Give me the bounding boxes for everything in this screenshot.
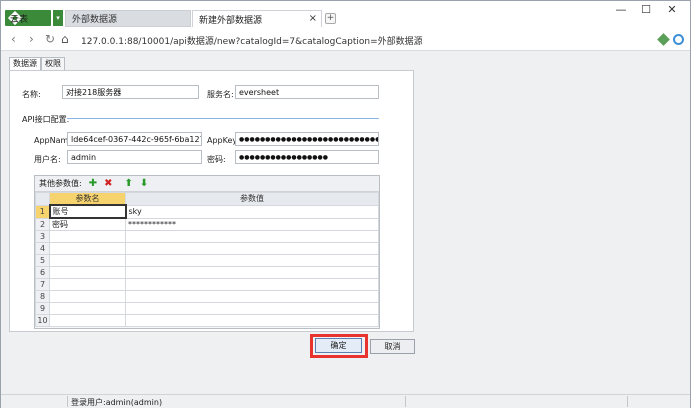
table-row[interactable]: 5 <box>35 254 379 267</box>
extension-icon[interactable] <box>657 33 670 46</box>
table-row[interactable]: 6 <box>35 266 379 279</box>
api-config-label: API接口配置: <box>22 115 70 124</box>
app-menu-dropdown-icon[interactable]: ▾ <box>53 10 63 26</box>
param-name-cell[interactable] <box>49 302 126 315</box>
appname-field[interactable]: lde64cef-0367-442c-965f-6ba127e09011 <box>67 132 202 146</box>
move-up-icon[interactable]: ⬆ <box>124 178 132 189</box>
forward-icon[interactable]: › <box>29 32 34 46</box>
username-field[interactable]: admin <box>67 150 202 164</box>
param-value-cell[interactable] <box>125 302 379 315</box>
row-number: 4 <box>35 242 50 255</box>
param-value-cell[interactable] <box>125 290 379 303</box>
row-number: 10 <box>35 314 50 327</box>
new-tab-button[interactable]: + <box>325 13 336 24</box>
tab-datasource[interactable]: 数据源 <box>9 57 41 70</box>
param-value-cell[interactable] <box>125 266 379 279</box>
confirm-button[interactable]: 确定 <box>315 338 362 353</box>
row-number: 2 <box>35 217 50 231</box>
tab-new-external-datasource[interactable]: 新建外部数据源 × <box>192 10 322 27</box>
param-value-cell[interactable]: ************ <box>125 217 379 231</box>
url-field[interactable]: 127.0.0.1:88/10001/api数据源/new?catalogId=… <box>81 34 423 47</box>
tab-external-datasource[interactable]: 外部数据源 <box>65 10 191 27</box>
table-row[interactable]: 3 <box>35 230 379 243</box>
maximize-button[interactable]: ☐ <box>634 3 658 16</box>
table-row[interactable]: 8 <box>35 290 379 303</box>
row-number: 7 <box>35 278 50 291</box>
service-name-label: 服务名: <box>207 90 234 99</box>
app-menu-button[interactable]: 云表 <box>5 10 51 26</box>
minimize-button[interactable]: — <box>609 3 633 16</box>
column-header-param-value[interactable]: 参数值 <box>125 192 379 206</box>
service-name-field[interactable]: eversheet <box>235 85 379 99</box>
param-value-cell[interactable] <box>125 254 379 267</box>
param-value-cell[interactable] <box>125 314 379 327</box>
tab-permissions[interactable]: 权限 <box>41 57 65 70</box>
tab-label: 外部数据源 <box>72 15 118 25</box>
status-divider <box>405 396 406 407</box>
close-tab-icon[interactable]: × <box>309 13 317 24</box>
param-value-cell[interactable] <box>125 242 379 255</box>
param-name-cell[interactable]: 账号 <box>48 204 127 219</box>
param-name-cell[interactable] <box>49 230 126 243</box>
address-bar: ‹ › ↻ ⌂ 127.0.0.1:88/10001/api数据源/new?ca… <box>1 29 690 51</box>
param-name-cell[interactable] <box>49 314 126 327</box>
params-grid-label: 其他参数值: <box>39 179 82 188</box>
refresh-icon[interactable]: ↻ <box>45 32 55 46</box>
name-field[interactable]: 对接218服务器 <box>62 85 199 99</box>
tab-label: 新建外部数据源 <box>199 15 263 26</box>
param-name-cell[interactable] <box>49 266 126 279</box>
table-row[interactable]: 1 账号 sky <box>35 204 379 219</box>
add-row-icon[interactable]: ✚ <box>89 178 97 189</box>
appkey-field[interactable]: ●●●●●●●●●●●●●●●●●●●●●●●●●●●●●●●●●● <box>235 132 379 146</box>
param-value-cell[interactable]: sky <box>125 204 379 219</box>
status-bar: 登录用户:admin(admin) <box>1 394 690 408</box>
param-name-cell[interactable] <box>49 290 126 303</box>
delete-row-icon[interactable]: ✖ <box>104 178 112 189</box>
name-label: 名称: <box>22 90 41 99</box>
row-number: 3 <box>35 230 50 243</box>
datasource-form-panel: 名称: 对接218服务器 服务名: eversheet API接口配置: App… <box>9 70 414 332</box>
browser-status-icon[interactable] <box>673 34 684 45</box>
username-label: 用户名: <box>34 155 61 164</box>
app-window: 云表 ▾ 外部数据源 新建外部数据源 × + — ☐ ✕ ‹ › ↻ ⌂ 127… <box>0 0 691 408</box>
home-icon[interactable]: ⌂ <box>61 32 69 46</box>
api-section-divider <box>67 118 379 119</box>
table-row[interactable]: 2 密码 ************ <box>35 217 379 231</box>
back-icon[interactable]: ‹ <box>11 32 16 46</box>
param-value-cell[interactable] <box>125 278 379 291</box>
param-value-cell[interactable] <box>125 230 379 243</box>
move-down-icon[interactable]: ⬇ <box>140 178 148 189</box>
cancel-button[interactable]: 取消 <box>370 339 415 354</box>
password-field[interactable]: ●●●●●●●●●●●●●●●●● <box>235 150 379 164</box>
table-row[interactable]: 4 <box>35 242 379 255</box>
table-row[interactable]: 7 <box>35 278 379 291</box>
param-name-cell[interactable] <box>49 278 126 291</box>
row-number: 1 <box>35 204 50 219</box>
table-row[interactable]: 10 <box>35 314 379 327</box>
param-name-cell[interactable] <box>49 242 126 255</box>
title-tab-bar: 云表 ▾ 外部数据源 新建外部数据源 × + — ☐ ✕ <box>1 1 690 29</box>
row-number: 9 <box>35 302 50 315</box>
login-user-status: 登录用户:admin(admin) <box>71 398 163 407</box>
page-tabs: 数据源 权限 <box>9 57 65 70</box>
params-grid: 其他参数值: ✚ ✖ ⬆ ⬇ 参数名 参数值 1 账号 sky 2 密码 ********… <box>34 175 380 329</box>
params-table: 参数名 参数值 1 账号 sky 2 密码 ************ 3 4 5 6 7 8 9 10 <box>35 192 379 327</box>
column-header-param-name[interactable]: 参数名 <box>49 192 126 206</box>
row-number: 6 <box>35 266 50 279</box>
app-menu-label: 云表 <box>10 14 29 25</box>
row-number: 5 <box>35 254 50 267</box>
table-row[interactable]: 9 <box>35 302 379 315</box>
params-grid-toolbar: 其他参数值: ✚ ✖ ⬆ ⬇ <box>35 176 379 192</box>
close-window-button[interactable]: ✕ <box>660 3 684 16</box>
row-number-header <box>35 192 50 206</box>
row-number: 8 <box>35 290 50 303</box>
param-name-cell[interactable] <box>49 254 126 267</box>
param-name-cell[interactable]: 密码 <box>49 217 126 231</box>
password-label: 密码: <box>207 155 226 164</box>
status-divider <box>67 396 68 407</box>
status-divider <box>627 396 628 407</box>
